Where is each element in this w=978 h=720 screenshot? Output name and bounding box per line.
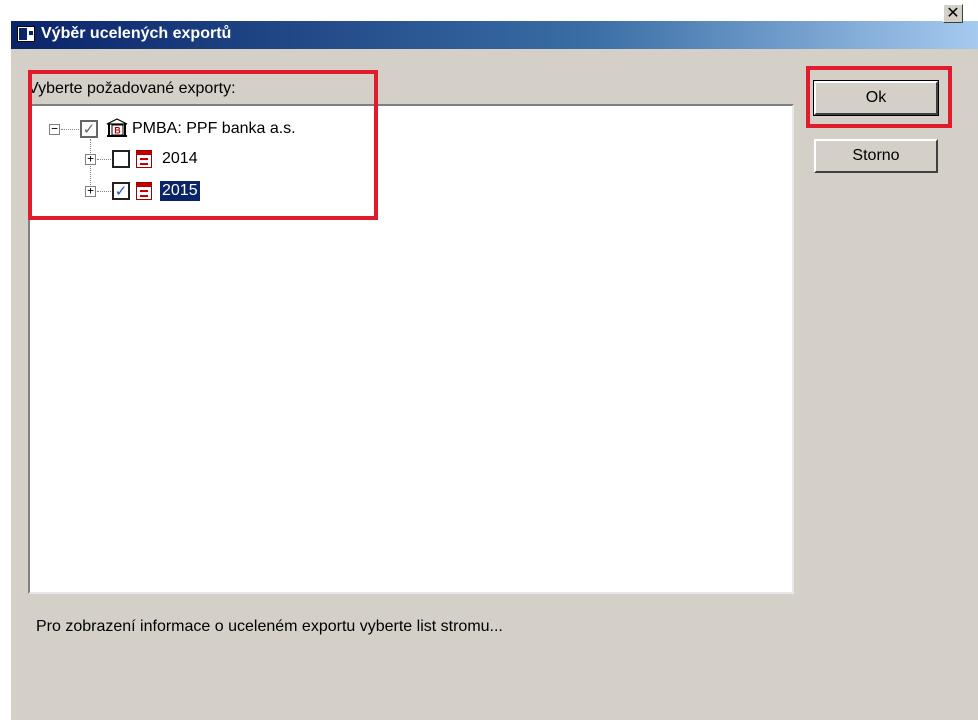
collapse-root-toggle[interactable]: −: [49, 122, 60, 135]
close-button[interactable]: ✕: [943, 4, 963, 23]
tree-prompt-label: Vyberte požadované exporty:: [28, 80, 236, 97]
calendar-icon: [136, 150, 152, 168]
title-bar[interactable]: Výběr ucelených exportů: [11, 21, 978, 49]
tree-node-2014-label[interactable]: 2014: [160, 149, 200, 169]
expand-2014-toggle[interactable]: +: [85, 152, 96, 165]
ok-button[interactable]: Ok: [813, 80, 939, 116]
root-checkbox[interactable]: ✓: [80, 120, 98, 138]
expand-2015-toggle[interactable]: +: [85, 184, 96, 197]
bank-icon: B: [106, 118, 128, 137]
export-tree[interactable]: − ✓ B PMBA: PPF banka a.s. + 2014 + ✓ 20…: [28, 104, 794, 594]
tree-connector: [61, 129, 81, 130]
tree-node-2015-label[interactable]: 2015: [160, 181, 200, 201]
svg-text:B: B: [114, 126, 121, 136]
status-message: Pro zobrazení informace o uceleném expor…: [36, 618, 503, 635]
plus-icon: +: [87, 152, 94, 165]
checkbox-2014[interactable]: [112, 150, 130, 168]
check-icon: ✓: [114, 182, 128, 200]
minus-icon: −: [51, 122, 58, 135]
cancel-button[interactable]: Storno: [814, 139, 938, 173]
calendar-icon: [136, 182, 152, 200]
checkbox-2015[interactable]: ✓: [112, 182, 130, 200]
tree-node-root-label[interactable]: PMBA: PPF banka a.s.: [130, 119, 298, 139]
plus-icon: +: [87, 184, 94, 197]
tree-connector: [97, 159, 113, 160]
check-icon: ✓: [82, 120, 96, 138]
close-icon: ✕: [946, 3, 960, 22]
window-title: Výběr ucelených exportů: [41, 25, 232, 42]
tree-connector: [97, 191, 113, 192]
app-icon: [17, 26, 35, 42]
